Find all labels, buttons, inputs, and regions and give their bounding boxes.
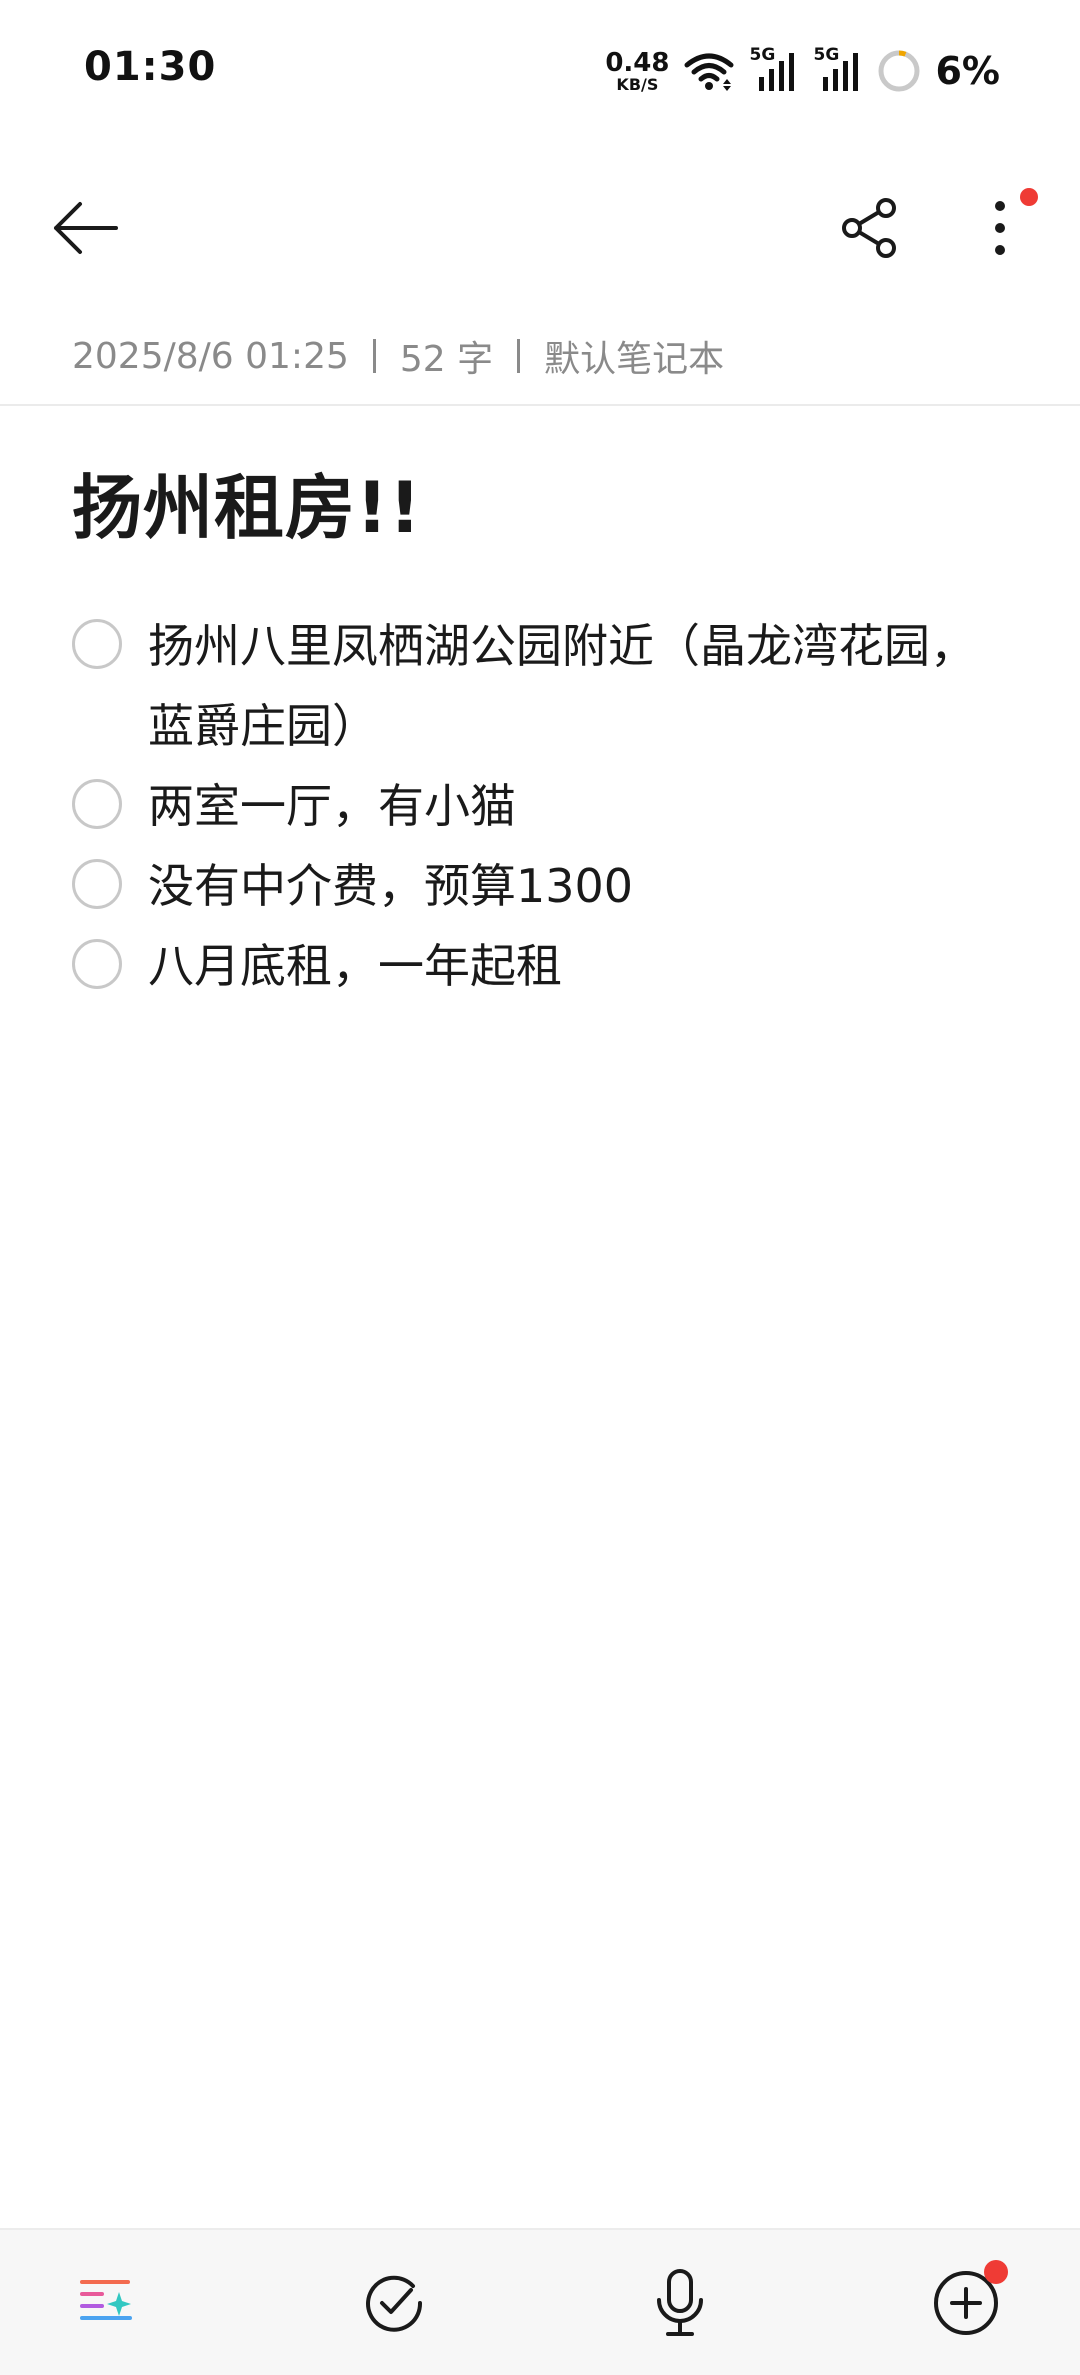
more-vertical-icon [995, 201, 1005, 255]
checklist: 扬州八里凤栖湖公园附近（晶龙湾花园，蓝爵庄园） 两室一厅，有小猫 没有中介费，预… [72, 606, 1012, 1006]
network-speed-value: 0.48 [605, 47, 670, 78]
note-date: 2025/8/6 01:25 [72, 335, 349, 377]
checklist-item-text[interactable]: 没有中介费，预算1300 [148, 859, 633, 913]
checklist-item[interactable]: 八月底租，一年起租 [72, 926, 1012, 1006]
checklist-item-text[interactable]: 扬州八里凤栖湖公园附近（晶龙湾花园，蓝爵庄园） [148, 619, 976, 753]
checkbox[interactable] [72, 619, 122, 669]
status-time: 01:30 [84, 44, 217, 90]
battery-ring-icon [878, 50, 920, 92]
note-meta: 2025/8/6 01:25 52 字 默认笔记本 [72, 330, 724, 382]
separator [517, 339, 521, 373]
add-button[interactable] [906, 2230, 1026, 2375]
notebook-name[interactable]: 默认笔记本 [544, 330, 724, 382]
checklist-item[interactable]: 扬州八里凤栖湖公园附近（晶龙湾花园，蓝爵庄园） [72, 606, 1012, 766]
voice-input-button[interactable] [620, 2230, 740, 2375]
arrow-left-icon [54, 202, 118, 254]
checklist-item-text[interactable]: 两室一厅，有小猫 [148, 779, 516, 833]
checklist-item[interactable]: 没有中介费，预算1300 [72, 846, 1012, 926]
bottom-toolbar [0, 2228, 1080, 2375]
signal-sim1: 5G [749, 45, 799, 93]
note-title[interactable]: 扬州租房!! [72, 452, 422, 553]
notification-dot [1020, 188, 1038, 206]
signal-icon [823, 53, 859, 91]
divider [0, 404, 1080, 406]
separator [372, 339, 376, 373]
notification-dot [984, 2260, 1008, 2284]
microphone-icon [657, 2268, 703, 2336]
checklist-item-text[interactable]: 八月底租，一年起租 [148, 939, 562, 993]
battery-percent: 6% [935, 49, 1000, 93]
ai-format-button[interactable] [48, 2230, 168, 2375]
checkbox[interactable] [72, 779, 122, 829]
checklist-item[interactable]: 两室一厅，有小猫 [72, 766, 1012, 846]
top-toolbar [0, 180, 1080, 276]
status-icons: 0.48 KB/S 5G 5G 6% [605, 44, 1000, 98]
checkbox[interactable] [72, 939, 122, 989]
back-button[interactable] [40, 180, 130, 276]
word-count: 52 字 [399, 339, 494, 380]
network-speed-unit: KB/S [616, 74, 659, 94]
checkbox[interactable] [72, 859, 122, 909]
signal-icon [759, 53, 795, 91]
signal-sim2: 5G [813, 45, 863, 93]
ai-format-icon [80, 2279, 132, 2320]
share-button[interactable] [822, 180, 918, 276]
status-bar: 01:30 0.48 KB/S 5G 5G 6% [0, 0, 1080, 140]
share-icon [842, 198, 896, 258]
checklist-icon [366, 2275, 423, 2332]
checklist-button[interactable] [334, 2230, 454, 2375]
network-speed: 0.48 KB/S [605, 50, 669, 93]
wifi-icon [684, 53, 734, 91]
more-options-button[interactable] [952, 180, 1048, 276]
